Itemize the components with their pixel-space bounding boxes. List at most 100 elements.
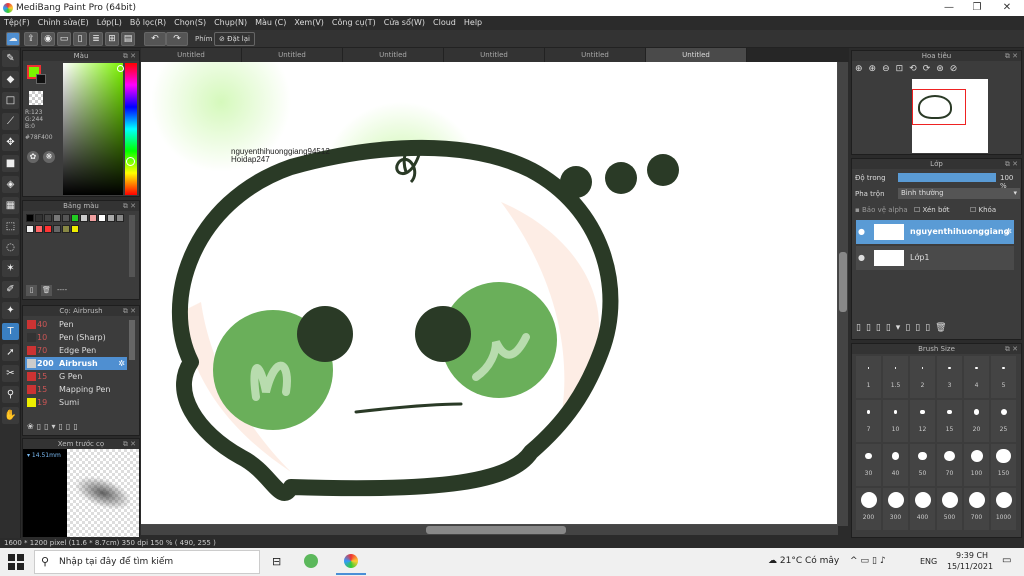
canvas-horizontal-scrollbar[interactable] [141, 525, 838, 535]
menu-color[interactable]: Màu (C) [251, 16, 290, 30]
eraser-tool-icon[interactable]: ◆ [2, 71, 19, 88]
palette-swatch[interactable] [44, 225, 52, 233]
brush-size-cell[interactable]: 400 [910, 488, 935, 530]
palette-name-input[interactable]: ---- [57, 286, 67, 294]
taskbar-search-input[interactable]: ⚲ Nhập tại đây để tìm kiếm [34, 550, 260, 574]
palette-swatch[interactable] [53, 225, 61, 233]
palette-swatch[interactable] [80, 214, 88, 222]
divide-tool-icon[interactable]: ✂ [2, 365, 19, 382]
hue-slider[interactable] [125, 63, 137, 195]
app-taskbar-icon-1[interactable] [304, 554, 318, 568]
palette-swatch[interactable] [89, 214, 97, 222]
list-icon[interactable]: ≣ [89, 32, 103, 46]
menu-filter[interactable]: Bộ lọc(R) [126, 16, 170, 30]
panel-options-icon[interactable]: ⧉ ✕ [123, 201, 136, 211]
delete-swatch-icon[interactable]: 🗑 [41, 285, 52, 296]
palette-swatch[interactable] [35, 225, 43, 233]
move-tool-icon[interactable]: ✥ [2, 134, 19, 151]
blend-mode-select[interactable]: Bình thường ▾ [898, 188, 1020, 199]
background-color-swatch[interactable] [36, 74, 46, 84]
tab-document-6[interactable]: Untitled [646, 48, 747, 62]
grid-icon[interactable]: ⊞ [105, 32, 119, 46]
brush-size-cell[interactable]: 40 [883, 444, 908, 486]
palette-swatch[interactable] [53, 214, 61, 222]
tab-document-2[interactable]: Untitled [242, 48, 343, 62]
palette-swatch[interactable] [62, 214, 70, 222]
menu-window[interactable]: Cửa sổ(W) [380, 16, 429, 30]
brush-size-cell[interactable]: 25 [991, 400, 1016, 442]
gradient-tool-icon[interactable]: ▦ [2, 197, 19, 214]
panel-options-icon[interactable]: ⧉ ✕ [123, 439, 136, 449]
eyedropper-icon[interactable]: ⚲ [2, 386, 19, 403]
weather-text[interactable]: ☁ 21°C Có mây [768, 556, 839, 566]
panel-options-icon[interactable]: ⧉ ✕ [1005, 159, 1018, 169]
layer-buttons[interactable]: ▯▯▯▯▾▯▯▯🗑 [856, 323, 952, 333]
brush-size-cell[interactable]: 4 [964, 356, 989, 398]
brush-size-cell[interactable]: 50 [910, 444, 935, 486]
brush-size-cell[interactable]: 20 [964, 400, 989, 442]
palette-swatch[interactable] [98, 214, 106, 222]
gear-icon[interactable]: ✲ [1005, 220, 1012, 244]
menu-select[interactable]: Chọn(S) [170, 16, 210, 30]
clipping-checkbox[interactable]: ☐ Xén bớt [914, 206, 949, 214]
color-wheel-icon[interactable]: ✿ [27, 151, 39, 163]
brush-size-cell[interactable]: 300 [883, 488, 908, 530]
saturation-value-picker[interactable] [63, 63, 123, 195]
navigator-thumbnail[interactable] [912, 79, 988, 153]
brush-size-cell[interactable]: 500 [937, 488, 962, 530]
page-icon[interactable]: ▯ [73, 32, 87, 46]
palette-swatch[interactable] [26, 214, 34, 222]
palette-swatch[interactable] [116, 214, 124, 222]
color-mix-icon[interactable]: ❋ [43, 151, 55, 163]
protect-alpha-checkbox[interactable]: ▪ Bảo vệ alpha [855, 206, 908, 214]
panel-options-icon[interactable]: ⧉ ✕ [123, 51, 136, 61]
task-view-icon[interactable]: ⊟ [272, 555, 281, 568]
select-tool-icon[interactable]: ⬚ [2, 218, 19, 235]
layer-row-selected[interactable]: ● nguyenthihuonggiang ✲ [856, 220, 1014, 244]
menu-layer[interactable]: Lớp(L) [93, 16, 126, 30]
menu-tools[interactable]: Công cụ(T) [328, 16, 380, 30]
palette-swatch[interactable] [107, 214, 115, 222]
tab-document-1[interactable]: Untitled [141, 48, 242, 62]
medibang-taskbar-icon[interactable] [344, 554, 358, 568]
language-indicator[interactable]: ENG [920, 557, 937, 566]
magic-wand-icon[interactable]: ✶ [2, 260, 19, 277]
brush-size-cell[interactable]: 7 [856, 400, 881, 442]
palette-swatch[interactable] [71, 214, 79, 222]
panel-options-icon[interactable]: ⧉ ✕ [1005, 51, 1018, 61]
notification-icon[interactable]: ▭ [1002, 555, 1011, 566]
brush-tool-icon[interactable]: ✎ [2, 50, 19, 67]
share-icon[interactable]: ◉ [41, 32, 55, 46]
brush-scrollbar[interactable] [129, 320, 135, 360]
panel-icon[interactable]: ▤ [121, 32, 135, 46]
vertical-scroll-thumb[interactable] [839, 252, 847, 312]
brush-item[interactable]: 200 Airbrush ✲ [25, 357, 127, 370]
brush-panel-buttons[interactable]: ❀▯▯▾▯▯▯ [27, 422, 81, 431]
menu-cloud[interactable]: Cloud [429, 16, 460, 30]
menu-edit[interactable]: Chỉnh sửa(E) [34, 16, 93, 30]
tab-document-3[interactable]: Untitled [343, 48, 444, 62]
brush-size-cell[interactable]: 70 [937, 444, 962, 486]
fill-rect-icon[interactable]: ■ [2, 155, 19, 172]
select-pen-icon[interactable]: ✐ [2, 281, 19, 298]
menu-file[interactable]: Tệp(F) [0, 16, 34, 30]
brush-size-cell[interactable]: 15 [937, 400, 962, 442]
brush-item[interactable]: 19 Sumi [25, 396, 127, 409]
palette-swatch[interactable] [44, 214, 52, 222]
brush-settings-icon[interactable]: ✲ [118, 357, 125, 370]
lasso-tool-icon[interactable]: ◌ [2, 239, 19, 256]
opacity-slider[interactable] [898, 173, 996, 182]
hue-cursor[interactable] [126, 157, 135, 166]
menu-snap[interactable]: Chụp(N) [210, 16, 251, 30]
brush-size-cell[interactable]: 700 [964, 488, 989, 530]
panel-options-icon[interactable]: ⧉ ✕ [1005, 344, 1018, 354]
text-tool-icon[interactable]: T [2, 323, 19, 340]
layer-row[interactable]: ● Lớp1 [856, 246, 1014, 270]
brush-size-cell[interactable]: 150 [991, 444, 1016, 486]
undo-icon[interactable]: ↶ [144, 32, 166, 46]
tab-document-4[interactable]: Untitled [444, 48, 545, 62]
brush-size-cell[interactable]: 12 [910, 400, 935, 442]
brush-item[interactable]: 15 G Pen [25, 370, 127, 383]
tray-icons[interactable]: ^▭▯♪ [850, 556, 889, 566]
operation-tool-icon[interactable]: ➚ [2, 344, 19, 361]
